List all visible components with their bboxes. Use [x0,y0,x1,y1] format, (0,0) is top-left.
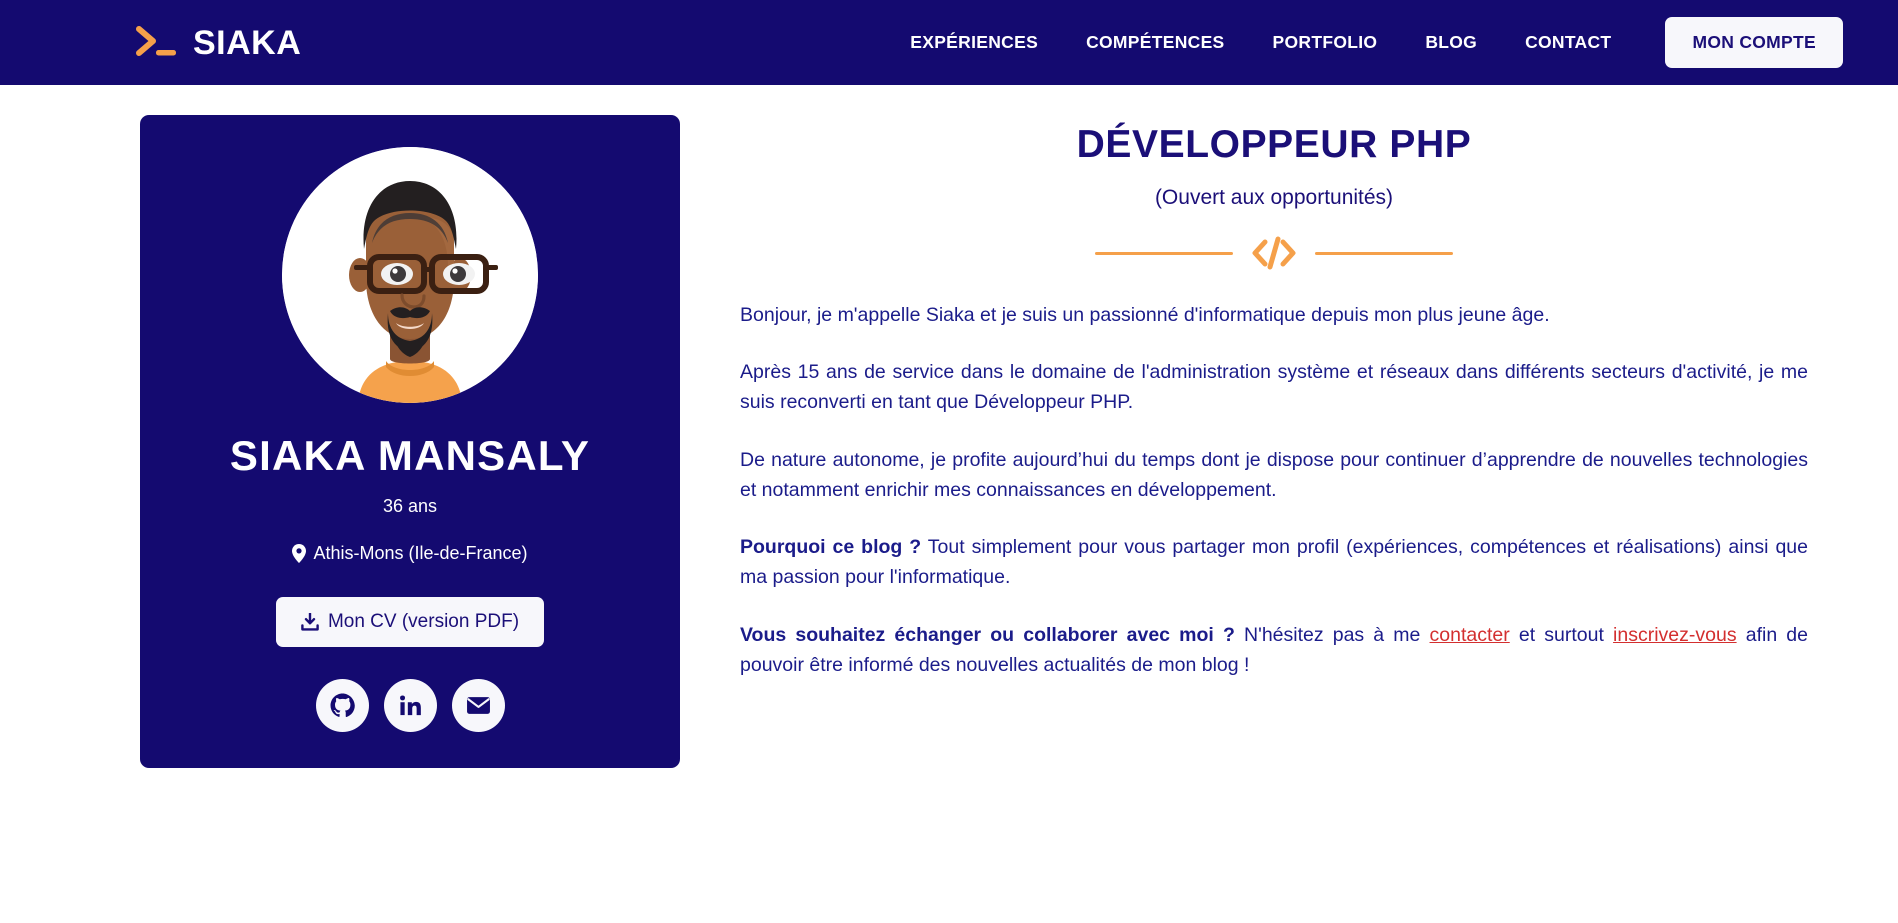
nav-item-competences[interactable]: COMPÉTENCES [1062,22,1248,63]
paragraph-collaborate-lead: Vous souhaitez échanger ou collaborer av… [740,623,1235,646]
profile-age: 36 ans [382,496,438,517]
avatar-illustration [282,147,538,403]
profile-location: Athis-Mons (Ile-de-France) [292,543,528,564]
download-icon [301,613,319,631]
paragraph-why-blog-lead: Pourquoi ce blog ? [740,536,922,559]
page-title: DÉVELOPPEUR PHP [1076,123,1472,166]
terminal-prompt-icon [136,25,176,56]
paragraph-collaborate-mid: N'hésitez pas à me [1234,623,1430,646]
paragraph-collaborate-mid2: et surtout [1509,623,1614,646]
map-marker-icon [292,544,307,564]
site-header: SIAKA EXPÉRIENCES COMPÉTENCES PORTFOLIO … [0,0,1898,85]
paragraph-collaborate: Vous souhaitez échanger ou collaborer av… [740,620,1808,680]
nav-item-contact[interactable]: CONTACT [1501,22,1635,63]
avatar [282,147,538,403]
section-divider [1074,236,1474,270]
nav-item-experiences[interactable]: EXPÉRIENCES [886,22,1062,63]
github-icon [330,693,355,718]
social-links [315,679,505,733]
profile-location-text: Athis-Mons (Ile-de-France) [313,543,528,564]
nav-item-portfolio[interactable]: PORTFOLIO [1249,22,1402,63]
nav-item-blog[interactable]: BLOG [1401,22,1501,63]
social-link-email[interactable] [451,679,505,733]
account-button[interactable]: MON COMPTE [1665,17,1843,68]
social-link-linkedin[interactable] [383,679,437,733]
page-body: SIAKA MANSALY 36 ans Athis-Mons (Ile-de-… [0,85,1898,769]
profile-card: SIAKA MANSALY 36 ans Athis-Mons (Ile-de-… [140,115,680,769]
envelope-icon [466,697,490,715]
subscribe-link[interactable]: inscrivez-vous [1613,624,1737,646]
main-navigation: EXPÉRIENCES COMPÉTENCES PORTFOLIO BLOG C… [886,17,1843,68]
contact-link[interactable]: contacter [1430,624,1510,646]
paragraph-autonomy: De nature autonome, je profite aujourd’h… [740,448,1808,501]
paragraph-why-blog: Pourquoi ce blog ? Tout simplement pour … [740,532,1808,592]
profile-name: SIAKA MANSALY [229,432,591,479]
download-cv-label: Mon CV (version PDF) [327,611,520,633]
divider-line-right [1315,251,1453,255]
page-subtitle: (Ouvert aux opportunités) [1154,186,1394,209]
brand-name: SIAKA [193,23,302,62]
download-cv-button[interactable]: Mon CV (version PDF) [275,597,545,648]
social-link-github[interactable] [315,679,369,733]
paragraph-greeting: Bonjour, je m'appelle Siaka et je suis u… [740,304,1550,326]
code-tag-icon [1252,236,1296,270]
linkedin-icon [399,695,421,716]
intro-paragraphs: Bonjour, je m'appelle Siaka et je suis u… [740,300,1808,680]
main-content: DÉVELOPPEUR PHP (Ouvert aux opportunités… [680,115,1843,707]
divider-line-left [1095,251,1233,255]
paragraph-career: Après 15 ans de service dans le domaine … [740,361,1808,414]
brand-logo-link[interactable]: SIAKA [135,23,301,63]
